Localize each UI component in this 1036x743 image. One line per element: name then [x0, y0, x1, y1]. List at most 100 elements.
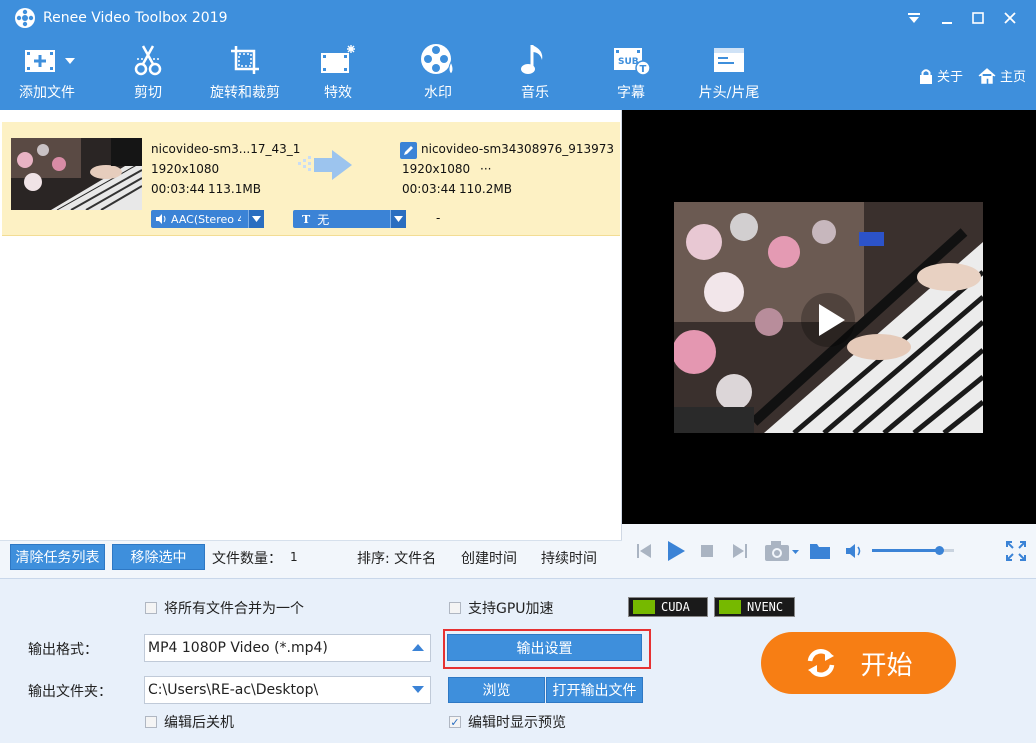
music-icon [521, 45, 543, 74]
sort-by-duration[interactable]: 持续时间 [541, 548, 597, 568]
tool-music[interactable]: 音乐 [513, 38, 557, 110]
browse-button[interactable]: 浏览 [448, 677, 545, 703]
file-count-label: 文件数量： [212, 551, 282, 567]
gpu-acceleration-checkbox[interactable]: 支持GPU加速 [449, 598, 554, 618]
merge-files-label: 将所有文件合并为一个 [164, 601, 304, 617]
subtitle-icon: SUB T [614, 48, 651, 76]
nvidia-logo-icon [719, 600, 741, 614]
tool-intro-outro[interactable]: 片头/片尾 [693, 38, 765, 110]
sort-by-name[interactable]: 排序: 文件名 [357, 548, 436, 568]
source-resolution: 1920x1080 [151, 162, 220, 176]
folder-icon[interactable] [809, 542, 831, 560]
sort-by-created[interactable]: 创建时间 [461, 548, 517, 568]
cuda-label: CUDA [661, 600, 690, 614]
minimize-icon [942, 22, 952, 24]
fullscreen-icon[interactable] [1006, 541, 1026, 561]
video-preview[interactable] [622, 110, 1036, 524]
volume-fill [872, 549, 940, 552]
start-label: 开始 [860, 650, 913, 681]
thumbnail-image [11, 138, 142, 210]
maximize-button[interactable] [967, 7, 989, 29]
checkbox-box: ✓ [449, 715, 461, 729]
volume-icon[interactable] [846, 544, 864, 558]
preview-frame[interactable] [674, 202, 983, 433]
minimize-button[interactable] [936, 7, 958, 29]
home-link[interactable]: 主页 [978, 66, 1026, 85]
lock-icon [920, 68, 932, 84]
tool-label: 剪切 [134, 85, 162, 101]
start-button[interactable]: 开始 [761, 632, 956, 694]
effects-icon [321, 45, 355, 73]
nvenc-badge: NVENC [714, 597, 795, 617]
subtitle-value: 无 [317, 212, 330, 227]
checkbox-box [449, 602, 461, 614]
clear-task-list-button[interactable]: 清除任务列表 [10, 544, 105, 570]
tool-label: 片头/片尾 [698, 85, 760, 101]
play-overlay-icon[interactable] [800, 292, 856, 348]
show-preview-checkbox[interactable]: ✓ 编辑时显示预览 [449, 712, 566, 732]
cuda-badge: CUDA [628, 597, 708, 617]
subtitle-select[interactable]: T 无 [293, 210, 406, 228]
output-file-name: nicovideo-sm34308976_913973 [421, 142, 615, 156]
output-folder-label: 输出文件夹： [28, 684, 112, 700]
previous-icon[interactable] [636, 544, 652, 558]
file-list-panel: nicovideo-sm3...17_43_1 1920x1080 00:03:… [0, 110, 622, 540]
close-button[interactable] [999, 7, 1021, 29]
tool-subtitle[interactable]: SUB T 字幕 [609, 38, 653, 110]
tool-watermark[interactable]: 水印 [416, 38, 460, 110]
source-size: 113.1MB [208, 182, 261, 196]
next-icon[interactable] [732, 544, 748, 558]
output-format-select[interactable]: MP4 1080P Video (*.mp4) [144, 634, 431, 662]
play-icon[interactable] [667, 541, 685, 561]
file-row[interactable]: nicovideo-sm3...17_43_1 1920x1080 00:03:… [2, 122, 620, 236]
output-format-label: 输出格式： [28, 642, 98, 658]
open-output-folder-button[interactable]: 打开输出文件 [546, 677, 643, 703]
volume-slider[interactable] [872, 546, 954, 555]
output-duration: 00:03:44 [402, 182, 456, 196]
merge-files-checkbox[interactable]: 将所有文件合并为一个 [145, 598, 304, 618]
edit-name-icon[interactable] [400, 142, 417, 159]
output-size: 110.2MB [459, 182, 512, 196]
nvidia-logo-icon [633, 600, 655, 614]
tool-add-file[interactable]: 添加文件 [14, 38, 80, 110]
tool-cut[interactable]: 剪切 [120, 38, 176, 110]
checkbox-box [145, 602, 157, 614]
shutdown-after-edit-checkbox[interactable]: 编辑后关机 [145, 712, 234, 732]
tool-label: 字幕 [617, 85, 645, 101]
output-more-options[interactable]: ··· [480, 162, 491, 176]
volume-knob[interactable] [935, 546, 945, 555]
remove-selected-button[interactable]: 移除选中 [112, 544, 205, 570]
about-link[interactable]: 关于 [919, 66, 963, 85]
tool-label: 水印 [424, 85, 452, 101]
chevron-up-icon [412, 644, 424, 651]
scissors-icon [134, 45, 162, 76]
watermark-icon [421, 44, 454, 75]
shutdown-after-edit-label: 编辑后关机 [164, 715, 234, 731]
audio-track-value: AAC(Stereo 4 [171, 212, 241, 226]
tool-effects[interactable]: 特效 [316, 38, 360, 110]
gpu-acceleration-label: 支持GPU加速 [468, 601, 554, 617]
about-label: 关于 [937, 70, 964, 85]
maximize-icon [972, 12, 984, 24]
title-bar: Renee Video Toolbox 2019 [0, 0, 1036, 38]
tool-label: 音乐 [521, 85, 549, 101]
audio-track-select[interactable]: AAC(Stereo 4 [151, 210, 264, 228]
player-controls [622, 524, 1036, 578]
home-label: 主页 [1000, 70, 1027, 85]
output-folder-select[interactable]: C:\Users\RE-ac\Desktop\ [144, 676, 431, 704]
home-icon [978, 67, 996, 84]
source-file-name: nicovideo-sm3...17_43_1 [151, 142, 301, 156]
checkbox-box [145, 716, 157, 728]
video-thumbnail[interactable] [11, 138, 142, 210]
app-logo-icon [15, 8, 35, 28]
add-file-icon [25, 50, 75, 72]
intro-outro-icon [714, 48, 744, 72]
subtitle-type-icon: T [302, 212, 311, 226]
output-format-value: MP4 1080P Video (*.mp4) [148, 640, 328, 656]
dropdown-menu-button[interactable] [903, 7, 925, 29]
camera-icon[interactable] [764, 540, 800, 562]
stop-icon[interactable] [701, 545, 713, 557]
nvenc-label: NVENC [747, 600, 784, 614]
speaker-icon [156, 214, 166, 224]
tool-rotate-crop[interactable]: 旋转和裁剪 [205, 38, 285, 110]
